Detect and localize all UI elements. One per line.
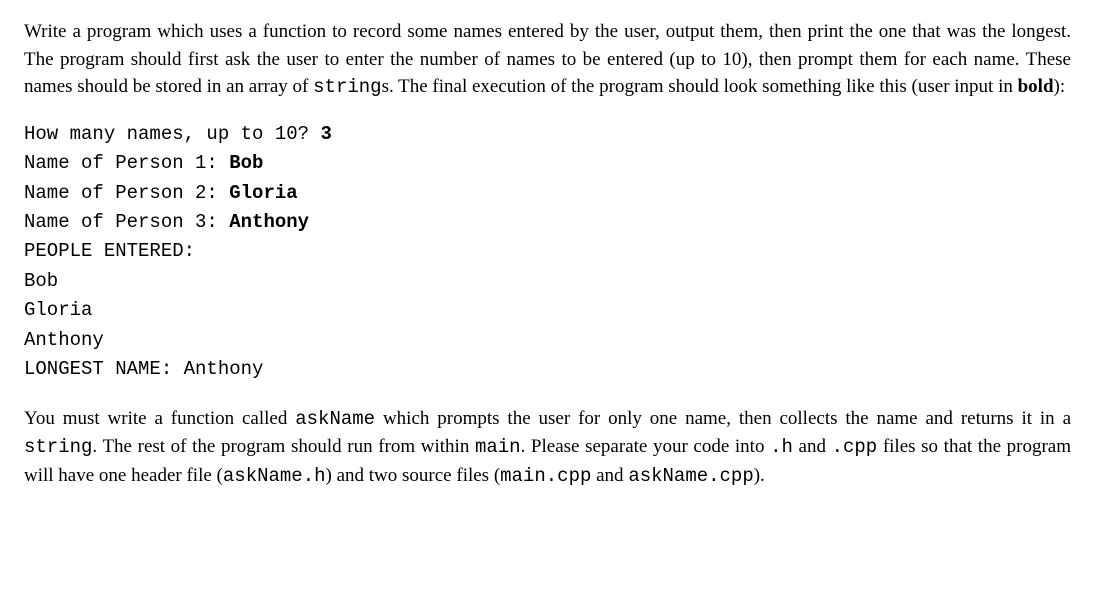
text: ): (1054, 76, 1066, 97)
text: which prompts the user for only one name… (375, 408, 1071, 429)
text: and (591, 465, 628, 486)
code-askname-cpp: askName.cpp (628, 465, 753, 487)
output-line: Gloria (24, 299, 92, 321)
output-line: Anthony (24, 329, 104, 351)
user-input: Bob (229, 152, 263, 174)
output-line: Bob (24, 270, 58, 292)
bold-word: bold (1018, 76, 1054, 97)
prompt-line: How many names, up to 10? (24, 123, 320, 145)
code-h-ext: .h (770, 436, 793, 458)
text: . The rest of the program should run fro… (92, 436, 475, 457)
code-cpp-ext: .cpp (832, 436, 878, 458)
terminal-output: How many names, up to 10? 3 Name of Pers… (24, 120, 1071, 385)
text: . Please separate your code into (521, 436, 771, 457)
instructions-paragraph: You must write a function called askName… (24, 405, 1071, 491)
intro-paragraph: Write a program which uses a function to… (24, 18, 1071, 102)
code-main-cpp: main.cpp (500, 465, 591, 487)
user-input: Gloria (229, 182, 297, 204)
code-string: string (313, 76, 381, 98)
text: s. The final execution of the program sh… (382, 76, 1018, 97)
prompt-line: Name of Person 2: (24, 182, 229, 204)
prompt-line: Name of Person 3: (24, 211, 229, 233)
text: ) and two source files ( (326, 465, 501, 486)
user-input: 3 (320, 123, 331, 145)
code-main: main (475, 436, 521, 458)
prompt-line: Name of Person 1: (24, 152, 229, 174)
text: ). (754, 465, 765, 486)
code-string: string (24, 436, 92, 458)
text: and (793, 436, 832, 457)
text: You must write a function called (24, 408, 295, 429)
output-line: LONGEST NAME: Anthony (24, 358, 263, 380)
output-line: PEOPLE ENTERED: (24, 240, 195, 262)
code-askname-h: askName.h (223, 465, 326, 487)
user-input: Anthony (229, 211, 309, 233)
code-askname: askName (295, 408, 375, 430)
